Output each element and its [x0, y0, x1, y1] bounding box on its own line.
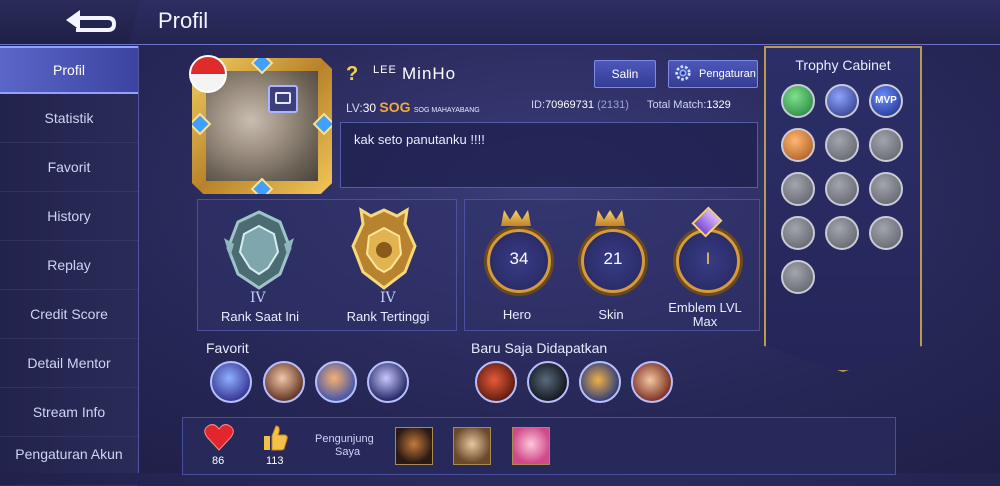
recent-hero-avatar[interactable]	[579, 361, 621, 403]
locked-trophy-icon[interactable]	[825, 128, 859, 162]
locked-trophy-icon[interactable]	[825, 216, 859, 250]
visitors-label-line1: Pengunjung	[315, 433, 374, 445]
country-flag-icon	[189, 55, 227, 93]
bio-text: kak seto panutanku !!!!	[354, 132, 485, 147]
recent-hero-avatar[interactable]	[475, 361, 517, 403]
sidebar-item-history[interactable]: History	[0, 192, 138, 241]
sidebar-item-favorit[interactable]: Favorit	[0, 143, 138, 192]
total-match-row: Total Match:1329	[647, 99, 731, 111]
recent-title: Baru Saja Didapatkan	[471, 340, 608, 356]
skin-label: Skin	[598, 307, 624, 322]
likes-count: 86	[212, 455, 225, 467]
recent-hero-avatar[interactable]	[631, 361, 673, 403]
heart-icon[interactable]	[204, 423, 234, 451]
rank-highest-badge-icon[interactable]	[345, 206, 423, 294]
favorite-hero-avatar[interactable]	[210, 361, 252, 403]
settings-button[interactable]: Pengaturan	[668, 60, 758, 88]
locked-trophy-icon[interactable]	[781, 260, 815, 294]
bio-box[interactable]: kak seto panutanku !!!!	[340, 122, 758, 188]
visitor-avatar[interactable]	[395, 427, 433, 465]
rank-current-tier: IV	[250, 290, 266, 306]
sword-trophy-icon[interactable]	[781, 128, 815, 162]
rank-highest-tier: IV	[380, 290, 396, 306]
gear-icon	[675, 65, 691, 81]
skin-count-circle[interactable]: 21	[581, 229, 645, 293]
hero-count-circle[interactable]: 34	[487, 229, 551, 293]
locked-trophy-icon[interactable]	[781, 172, 815, 206]
sidebar-item-replay[interactable]: Replay	[0, 241, 138, 290]
status-icon: ?	[346, 63, 359, 85]
id-label: ID:	[531, 99, 546, 111]
server-id: (2131)	[597, 99, 629, 111]
emblem-level: I	[705, 249, 711, 268]
total-match-label: Total Match:	[647, 99, 707, 111]
squad-tag[interactable]: SOG	[379, 99, 410, 115]
visitors-label: Pengunjung Saya	[315, 433, 374, 459]
name-prefix: LEE	[373, 64, 397, 76]
id-row: ID:70969731 (2131)	[531, 99, 629, 111]
trophy-title: Trophy Cabinet	[795, 57, 891, 73]
sidebar-item-pengaturan-akun[interactable]: Pengaturan Akun	[0, 437, 138, 486]
wings-trophy-icon[interactable]	[825, 84, 859, 118]
level-value: 30	[362, 101, 377, 115]
visitor-avatar[interactable]	[453, 427, 491, 465]
total-match-value: 1329	[706, 99, 731, 111]
copy-button[interactable]: Salin	[594, 60, 656, 88]
team-trophy-icon[interactable]	[781, 84, 815, 118]
sidebar: Profil Statistik Favorit History Replay …	[0, 46, 139, 486]
favorite-hero-avatar[interactable]	[367, 361, 409, 403]
mvp-trophy-icon[interactable]: MVP	[869, 84, 903, 118]
locked-trophy-icon[interactable]	[869, 216, 903, 250]
visitor-avatar[interactable]	[512, 427, 550, 465]
rank-highest-label: Rank Tertinggi	[346, 309, 430, 324]
rank-current-label: Rank Saat Ini	[220, 309, 300, 324]
locked-trophy-icon[interactable]	[825, 172, 859, 206]
back-button[interactable]	[0, 0, 140, 44]
locked-trophy-icon[interactable]	[869, 172, 903, 206]
locked-trophy-icon[interactable]	[781, 216, 815, 250]
sidebar-item-statistik[interactable]: Statistik	[0, 94, 138, 143]
sidebar-item-credit-score[interactable]: Credit Score	[0, 290, 138, 339]
player-name: MinHo	[402, 64, 457, 83]
sidebar-item-profil[interactable]: Profil	[0, 46, 138, 94]
page-title: Profil	[158, 8, 209, 33]
level-label: LV:	[346, 101, 363, 115]
favorite-title: Favorit	[206, 340, 249, 356]
visitors-label-line2: Saya	[335, 446, 361, 458]
locked-trophy-icon[interactable]	[869, 128, 903, 162]
squad-name: SOG MAHAYABANG	[413, 107, 480, 114]
thumbs-count: 113	[266, 455, 284, 467]
favorite-hero-avatar[interactable]	[315, 361, 357, 403]
skin-count: 21	[603, 249, 623, 268]
back-arrow-icon	[66, 10, 116, 32]
recent-hero-avatar[interactable]	[527, 361, 569, 403]
sidebar-item-detail-mentor[interactable]: Detail Mentor	[0, 339, 138, 388]
rank-current-badge-icon[interactable]	[220, 208, 298, 294]
avatar	[206, 71, 318, 181]
emblem-label: Emblem LVL Max	[668, 300, 742, 329]
hero-label: Hero	[502, 307, 532, 322]
header-bar: Profil	[0, 0, 1000, 45]
frame-gem-icon	[250, 177, 274, 194]
favorite-hero-avatar[interactable]	[263, 361, 305, 403]
sidebar-item-stream-info[interactable]: Stream Info	[0, 388, 138, 437]
level-row: LV:30 SOG SOG MAHAYABANG	[346, 99, 480, 115]
emblem-circle[interactable]: I	[676, 229, 740, 293]
tv-icon[interactable]	[268, 85, 298, 113]
hero-count: 34	[509, 249, 529, 268]
player-id: 70969731	[545, 99, 595, 111]
thumbs-up-icon[interactable]	[262, 424, 288, 452]
settings-label: Pengaturan	[699, 68, 756, 80]
